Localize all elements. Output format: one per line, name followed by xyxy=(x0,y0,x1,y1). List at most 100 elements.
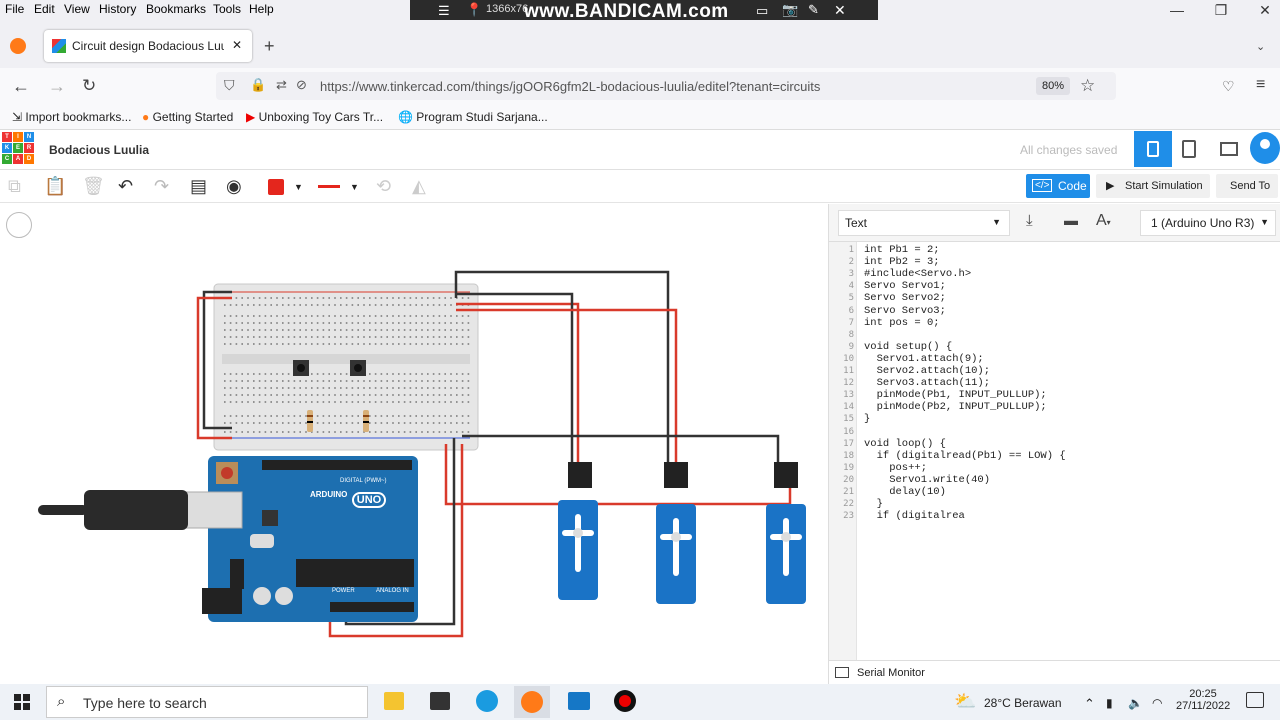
taskbar-search[interactable]: ⌕ Type here to search xyxy=(46,686,368,718)
upload-icon[interactable]: ▬ xyxy=(1064,212,1078,228)
flip-icon[interactable]: ◭ xyxy=(412,176,426,197)
logo-tile: R xyxy=(24,143,34,153)
menu-help[interactable]: Help xyxy=(249,2,274,16)
component-icon[interactable] xyxy=(1182,140,1196,158)
reload-icon[interactable]: ↻ xyxy=(82,76,96,96)
new-tab-icon[interactable]: + xyxy=(264,36,275,57)
bookmark-star-icon[interactable]: ☆ xyxy=(1080,76,1095,96)
serial-monitor-bar[interactable]: Serial Monitor xyxy=(829,660,1280,684)
copy-icon[interactable]: ⧉ xyxy=(8,176,21,197)
wire-type-icon[interactable] xyxy=(318,185,340,188)
tab-circuit-design[interactable]: Circuit design Bodacious Luulia ✕ xyxy=(44,30,252,62)
device-icon[interactable]: ▮ xyxy=(1106,696,1113,710)
wifi-icon[interactable]: ◠ xyxy=(1152,696,1162,710)
avatar[interactable] xyxy=(1250,132,1280,164)
code-line[interactable]: Servo Servo1; xyxy=(864,280,946,292)
code-line[interactable]: if (digitalrea xyxy=(864,510,965,522)
code-line[interactable]: if (digitalread(Pb1) == LOW) { xyxy=(864,450,1066,462)
weather-text[interactable]: 28°C Berawan xyxy=(984,696,1062,710)
lock-icon[interactable]: 🔒 xyxy=(250,77,266,93)
start-simulation-button[interactable]: ▶ Start Simulation xyxy=(1096,174,1210,198)
pocket-icon[interactable]: ♡ xyxy=(1222,78,1235,95)
code-line[interactable]: Servo2.attach(10); xyxy=(864,365,990,377)
menu-tools[interactable]: Tools xyxy=(213,2,241,16)
circuit-view-button[interactable] xyxy=(1134,131,1172,167)
code-line[interactable]: void setup() { xyxy=(864,341,952,353)
project-name[interactable]: Bodacious Luulia xyxy=(49,143,149,157)
code-line[interactable]: Servo3.attach(11); xyxy=(864,377,990,389)
tinkercad-logo[interactable]: T I N K E R C A D xyxy=(2,132,34,166)
board-select[interactable]: 1 (Arduino Uno R3) ▼ xyxy=(1140,210,1276,236)
store-icon[interactable] xyxy=(430,692,450,710)
menu-bookmarks[interactable]: Bookmarks xyxy=(146,2,206,16)
back-icon[interactable]: ← xyxy=(12,76,30,97)
menu-history[interactable]: History xyxy=(99,2,136,16)
code-line[interactable]: Servo1.attach(9); xyxy=(864,353,984,365)
edge-icon[interactable] xyxy=(476,690,498,712)
file-explorer-icon[interactable] xyxy=(384,692,404,710)
code-line[interactable]: pinMode(Pb2, INPUT_PULLUP); xyxy=(864,401,1047,413)
delete-icon[interactable]: 🗑 xyxy=(82,176,105,197)
font-size-icon[interactable]: A▾ xyxy=(1096,212,1111,230)
rotate-icon[interactable]: ⟲ xyxy=(376,176,391,197)
mail-icon[interactable] xyxy=(568,692,590,710)
minimize-icon[interactable]: — xyxy=(1162,2,1192,18)
menu-edit[interactable]: Edit xyxy=(34,2,55,16)
forward-icon[interactable]: → xyxy=(48,76,66,97)
menu-view[interactable]: View xyxy=(64,2,90,16)
window-close-icon[interactable]: ✕ xyxy=(1250,2,1280,19)
schematic-list-icon[interactable] xyxy=(1220,142,1238,156)
shield-icon[interactable]: ⛉ xyxy=(224,77,235,94)
firefox-view-icon[interactable] xyxy=(10,38,26,54)
undo-icon[interactable]: ↶ xyxy=(118,176,133,197)
download-icon[interactable]: ⤓ xyxy=(1026,212,1033,229)
bookmark-import[interactable]: ⇲ Import bookmarks... xyxy=(12,110,131,124)
code-line[interactable]: pos++; xyxy=(864,462,927,474)
maximize-icon[interactable]: ❐ xyxy=(1206,2,1236,19)
bandicam-record-icon[interactable] xyxy=(614,690,636,712)
code-line[interactable]: Servo1.write(40) xyxy=(864,474,990,486)
code-line[interactable]: void loop() { xyxy=(864,438,946,450)
code-line[interactable]: delay(10) xyxy=(864,486,946,498)
tray-overflow-icon[interactable]: ⌃ xyxy=(1084,696,1095,712)
menu-file[interactable]: File xyxy=(5,2,24,16)
tab-list-icon[interactable]: ⌄ xyxy=(1256,40,1265,53)
code-line[interactable]: } xyxy=(864,498,883,510)
code-line[interactable]: Servo Servo3; xyxy=(864,305,946,317)
firefox-taskbar-active[interactable] xyxy=(514,686,550,718)
clock[interactable]: 20:25 27/11/2022 xyxy=(1176,688,1230,712)
wire-dropdown-icon[interactable]: ▼ xyxy=(350,182,359,192)
code-line[interactable]: int Pb2 = 3; xyxy=(864,256,940,268)
zoom-level[interactable]: 80% xyxy=(1036,77,1070,95)
code-line[interactable]: #include<Servo.h> xyxy=(864,268,971,280)
autoplay-blocked-icon[interactable]: ⊘ xyxy=(296,77,307,93)
tab-close-icon[interactable]: ✕ xyxy=(232,38,242,52)
code-mode-select[interactable]: Text ▼ xyxy=(838,210,1010,236)
bookmark-getting-started[interactable]: ● Getting Started xyxy=(142,110,233,124)
paste-icon[interactable]: 📋 xyxy=(44,176,66,197)
code-line[interactable]: int pos = 0; xyxy=(864,317,940,329)
code-line[interactable]: Servo Servo2; xyxy=(864,292,946,304)
windows-start-icon[interactable] xyxy=(14,694,30,710)
send-to-button[interactable]: Send To xyxy=(1216,174,1278,198)
color-swatch[interactable] xyxy=(268,179,284,195)
url-bar[interactable]: ⛉ 🔒 ⇄ ⊘ https://www.tinkercad.com/things… xyxy=(216,72,1116,100)
weather-icon[interactable]: ⛅ xyxy=(954,691,976,712)
bookmark-unboxing[interactable]: ▶ Unboxing Toy Cars Tr... xyxy=(246,110,383,124)
redo-icon[interactable]: ↷ xyxy=(154,176,169,197)
notes-icon[interactable]: ▤ xyxy=(190,176,207,197)
servo-3 xyxy=(766,462,806,604)
speaker-icon[interactable]: 🔈 xyxy=(1128,696,1143,710)
code-line[interactable]: pinMode(Pb1, INPUT_PULLUP); xyxy=(864,389,1047,401)
code-line[interactable]: int Pb1 = 2; xyxy=(864,244,940,256)
color-dropdown-icon[interactable]: ▼ xyxy=(294,182,303,192)
notes-visibility-icon[interactable]: ◉ xyxy=(226,176,242,197)
permissions-icon[interactable]: ⇄ xyxy=(276,77,287,93)
url-text[interactable]: https://www.tinkercad.com/things/jgOOR6g… xyxy=(320,79,820,94)
code-line[interactable]: } xyxy=(864,413,870,425)
circuit-canvas[interactable]: ARDUINO UNO DIGITAL (PWM~) POWER ANALOG … xyxy=(0,204,828,684)
bookmark-program-studi[interactable]: 🌐 Program Studi Sarjana... xyxy=(398,110,548,124)
notification-icon[interactable] xyxy=(1246,692,1264,708)
app-menu-icon[interactable]: ≡ xyxy=(1256,76,1265,94)
code-button[interactable]: </> Code xyxy=(1026,174,1090,198)
